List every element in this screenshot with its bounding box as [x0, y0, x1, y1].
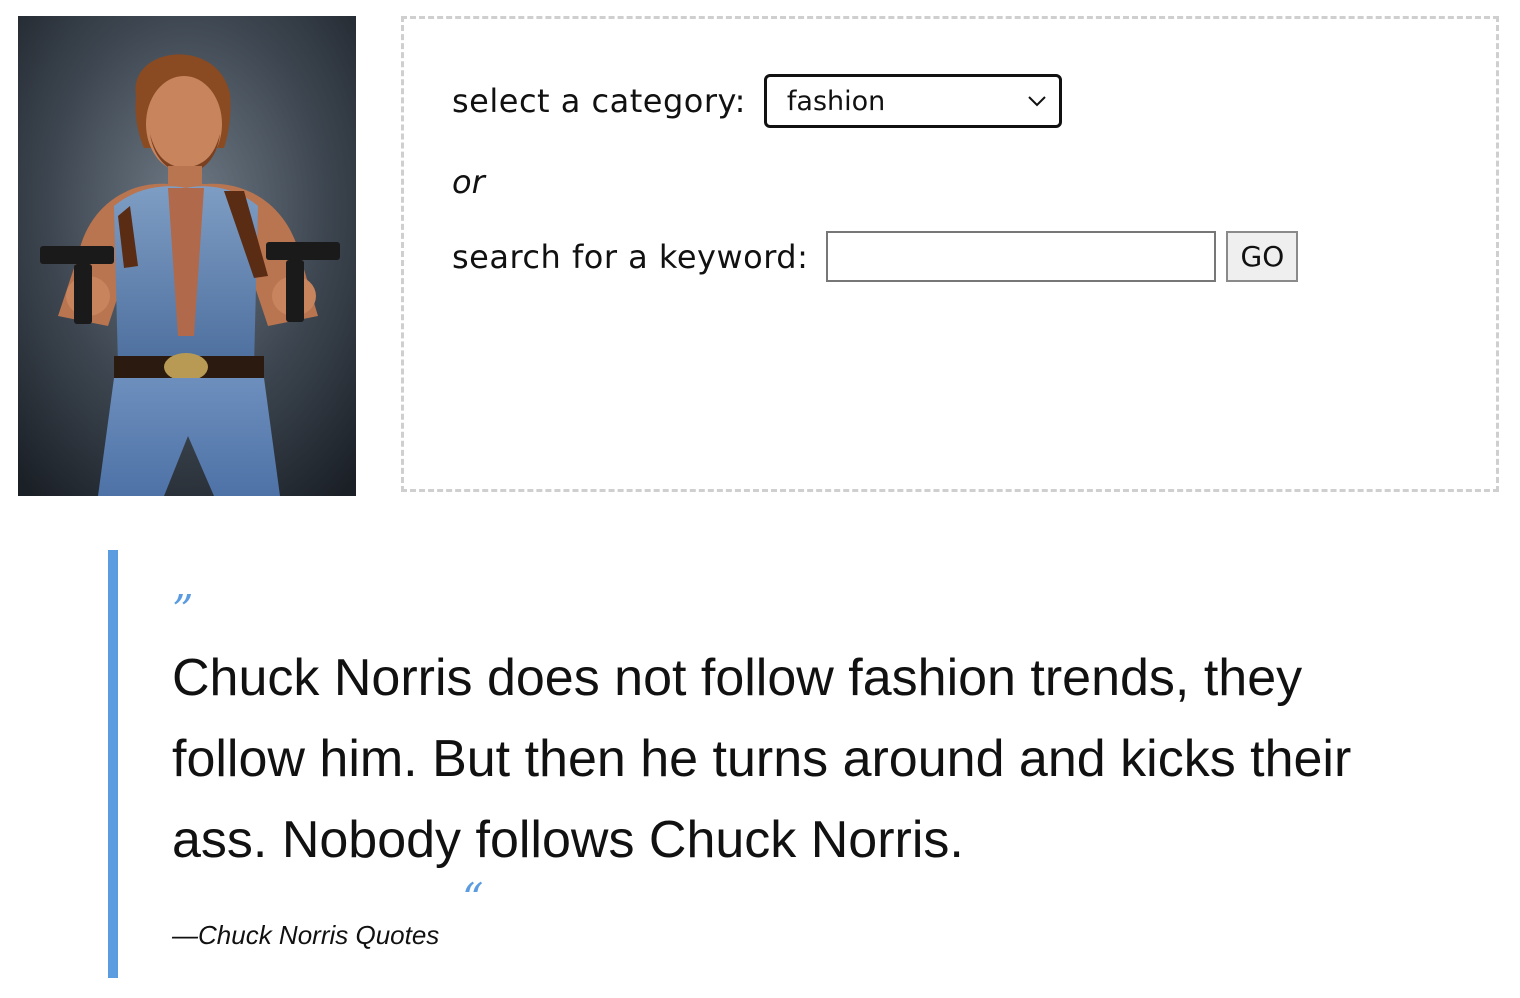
keyword-search-input[interactable] — [826, 231, 1217, 282]
keyword-row: search for a keyword: GO — [452, 231, 1299, 282]
or-label: or — [452, 163, 485, 201]
chevron-down-icon — [1027, 95, 1047, 107]
open-quote-icon: “ — [462, 874, 484, 923]
close-quote-icon: ” — [172, 586, 194, 635]
go-button[interactable]: GO — [1226, 231, 1299, 282]
quote-accent-bar — [108, 550, 118, 978]
or-row: or — [452, 163, 485, 201]
category-label: select a category: — [452, 82, 746, 120]
quote-text: Chuck Norris does not follow fashion tre… — [172, 649, 1352, 869]
category-row: select a category: fashion — [452, 74, 1062, 128]
category-select[interactable]: fashion — [763, 74, 1062, 128]
keyword-label: search for a keyword: — [452, 237, 809, 276]
category-selected-value: fashion — [786, 85, 886, 117]
quote-block: ” Chuck Norris does not follow fashion t… — [108, 550, 1448, 978]
search-panel: select a category: fashion or search for… — [401, 16, 1499, 492]
hero-photo — [18, 16, 356, 496]
quote-source: —Chuck Norris Quotes — [172, 920, 440, 950]
chuck-norris-photo — [18, 16, 356, 496]
